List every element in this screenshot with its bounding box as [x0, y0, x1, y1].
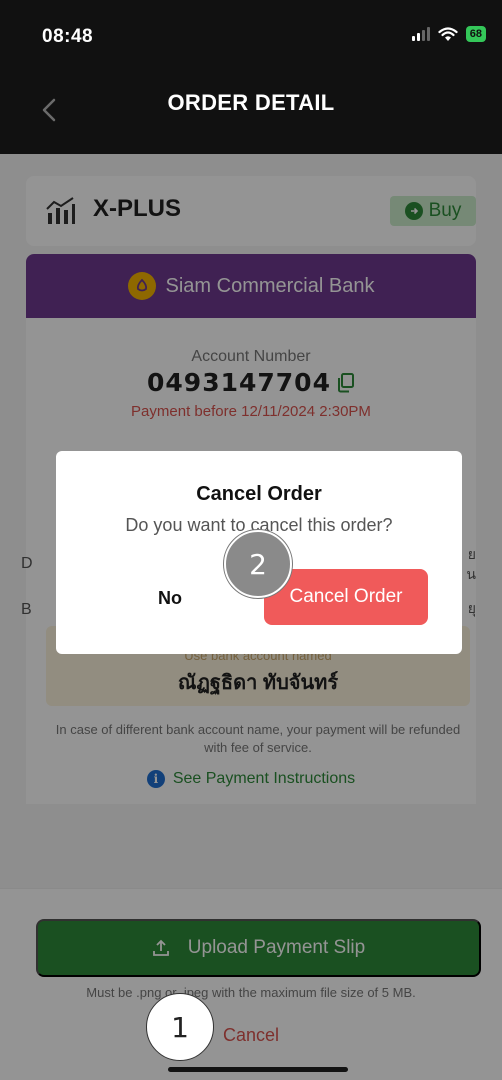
step-marker-1: 1 — [146, 993, 214, 1061]
dialog-title: Cancel Order — [196, 483, 322, 505]
page-title: ORDER DETAIL — [167, 90, 335, 115]
status-bar: 08:48 68 — [0, 0, 502, 68]
status-time: 08:48 — [42, 26, 94, 47]
signal-icon — [411, 27, 430, 41]
status-icons: 68 — [411, 26, 486, 42]
no-button[interactable]: No — [132, 583, 212, 613]
wifi-icon — [438, 26, 458, 41]
step-marker-2: 2 — [224, 530, 292, 598]
battery-icon: 68 — [465, 26, 486, 42]
nav-bar: ORDER DETAIL — [0, 68, 502, 154]
